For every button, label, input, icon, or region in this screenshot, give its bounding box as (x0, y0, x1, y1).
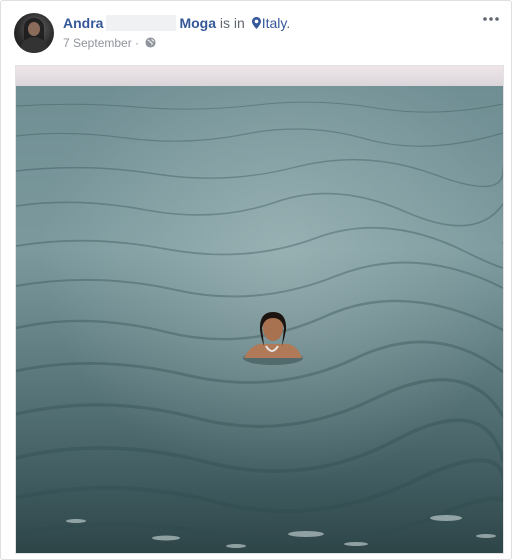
author-avatar[interactable] (14, 13, 54, 53)
post-date[interactable]: 7 September (63, 36, 132, 50)
location-pin-icon (251, 17, 261, 29)
post-header: Andra Moga is in Italy. (63, 14, 290, 32)
sky (16, 66, 503, 88)
avatar-face (28, 22, 40, 36)
more-options-icon[interactable] (481, 9, 501, 29)
post-meta: 7 September · (63, 35, 156, 51)
meta-separator: · (131, 36, 143, 50)
sea-glare (16, 86, 503, 553)
sea-photo (16, 66, 503, 553)
post-photo[interactable] (15, 65, 504, 554)
location-verb: is in (216, 15, 249, 31)
redacted-name-block (106, 15, 177, 31)
author-name[interactable]: Andra Moga (63, 15, 216, 31)
author-last-name[interactable]: Moga (179, 15, 216, 31)
location-suffix: . (286, 15, 291, 31)
location-name[interactable]: Italy (262, 15, 287, 31)
location-link[interactable]: Italy (249, 15, 287, 31)
feed-post: Andra Moga is in Italy. 7 September · (0, 0, 512, 560)
globe-icon[interactable] (145, 37, 156, 48)
author-first-name[interactable]: Andra (63, 15, 103, 31)
